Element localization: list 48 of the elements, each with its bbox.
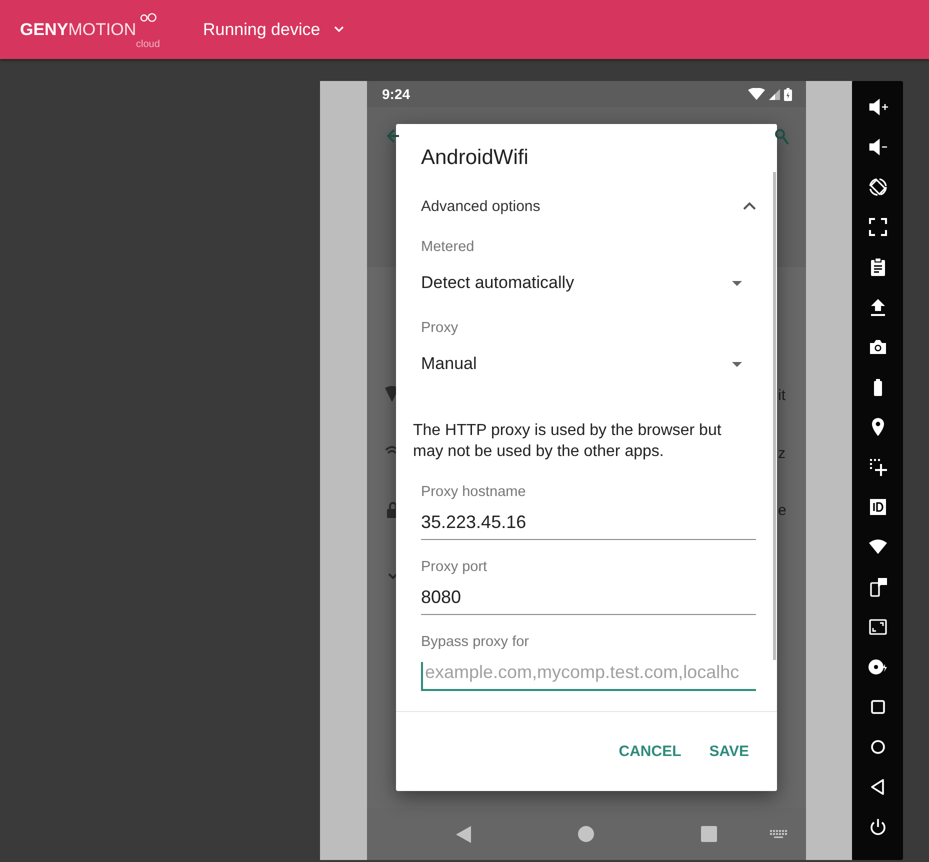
wifi-icon bbox=[385, 386, 399, 402]
input-field[interactable]: 8080 bbox=[421, 587, 756, 615]
dropdown-arrow-icon bbox=[732, 362, 742, 366]
logo-text: MOTION bbox=[68, 20, 136, 38]
proxy-note: The HTTP proxy is used by the browser but may not be used by the other apps. bbox=[413, 421, 722, 462]
field-label: Proxy hostname bbox=[421, 483, 527, 502]
clock: 9:24 bbox=[382, 86, 410, 102]
wifi-icon bbox=[748, 88, 765, 100]
camera-icon[interactable] bbox=[868, 337, 888, 357]
field-label: Bypass proxy for bbox=[421, 633, 530, 652]
keyboard-icon[interactable] bbox=[770, 830, 787, 838]
signal-icon bbox=[769, 88, 780, 100]
chevron-down-icon bbox=[334, 26, 344, 33]
screen-resize-icon[interactable] bbox=[868, 617, 888, 637]
input-field[interactable]: example.com,mycomp.test.com,localhc bbox=[421, 662, 756, 691]
rings-icon bbox=[140, 12, 157, 22]
volume-down-icon[interactable] bbox=[868, 137, 888, 157]
device-dropdown[interactable]: Running device bbox=[203, 16, 344, 44]
advanced-options-toggle[interactable]: Advanced options bbox=[421, 194, 756, 218]
cancel-button[interactable]: CANCEL bbox=[608, 735, 692, 768]
phone-message-icon[interactable] bbox=[868, 577, 888, 597]
logo-subtitle: cloud bbox=[136, 38, 160, 50]
list-text: it bbox=[778, 387, 786, 404]
rotate-icon[interactable] bbox=[868, 177, 888, 197]
save-button[interactable]: SAVE bbox=[699, 735, 759, 768]
dialog-title: AndroidWifi bbox=[421, 146, 530, 170]
list-text: z bbox=[778, 445, 786, 462]
back-arrow-icon bbox=[387, 129, 399, 143]
dropdown[interactable]: Manual bbox=[421, 352, 756, 376]
dropdown-arrow-icon bbox=[732, 280, 742, 286]
chevron-down-icon bbox=[388, 573, 398, 580]
dropdown[interactable]: Detect automatically bbox=[421, 271, 756, 295]
search-icon bbox=[775, 129, 789, 145]
home-icon[interactable] bbox=[578, 826, 594, 842]
power-icon[interactable] bbox=[868, 817, 888, 837]
fullscreen-icon[interactable] bbox=[868, 217, 888, 237]
field-label: Proxy port bbox=[421, 558, 488, 577]
back-icon[interactable] bbox=[456, 826, 471, 842]
input-field[interactable]: 35.223.45.16 bbox=[421, 512, 756, 540]
list-text: e bbox=[778, 502, 786, 519]
add-selection-icon[interactable] bbox=[868, 457, 888, 477]
volume-up-icon[interactable] bbox=[868, 97, 888, 117]
logo-text: GENY bbox=[20, 20, 68, 38]
field-label: Metered bbox=[421, 238, 476, 257]
id-card-icon[interactable] bbox=[868, 497, 888, 517]
disc-icon[interactable] bbox=[868, 657, 888, 677]
field-label: Proxy bbox=[421, 319, 460, 338]
battery-icon bbox=[784, 88, 792, 100]
